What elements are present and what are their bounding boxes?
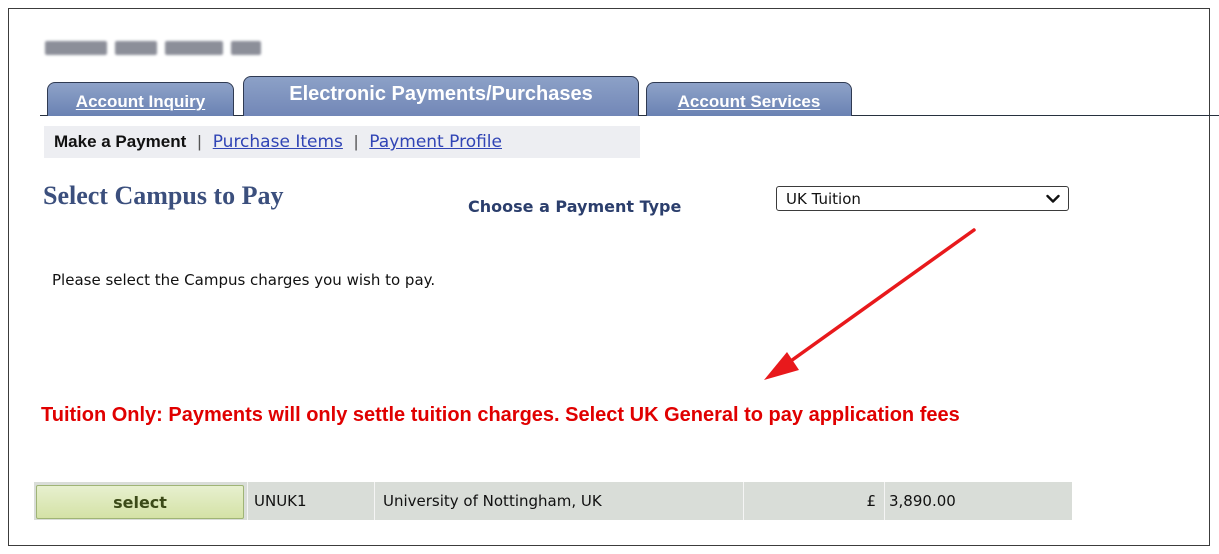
payment-type-select[interactable]: UK Tuition (776, 186, 1069, 211)
tab-electronic-payments[interactable]: Electronic Payments/Purchases (243, 76, 639, 116)
currency-cell: £ (744, 482, 885, 520)
payment-type-label: Choose a Payment Type (468, 197, 682, 216)
tab-account-inquiry[interactable]: Account Inquiry (47, 82, 234, 116)
instruction-text: Please select the Campus charges you wis… (52, 271, 436, 289)
chevron-down-icon (1046, 190, 1060, 208)
subnav-separator: | (197, 132, 202, 151)
campus-name-cell: University of Nottingham, UK (375, 482, 744, 520)
subnav-bar: Make a Payment | Purchase Items | Paymen… (44, 126, 640, 158)
table-row: select UNUK1 University of Nottingham, U… (34, 482, 1072, 520)
tab-electronic-payments-label: Electronic Payments/Purchases (289, 83, 593, 105)
amount-cell: 3,890.00 (885, 482, 1072, 520)
tuition-warning-message: Tuition Only: Payments will only settle … (41, 404, 960, 426)
subnav-separator: | (353, 132, 359, 151)
subnav-link-payment-profile[interactable]: Payment Profile (369, 132, 502, 152)
select-button[interactable]: select (36, 485, 244, 519)
tab-account-services-label: Account Services (677, 91, 821, 111)
subnav-current-make-payment: Make a Payment (54, 132, 187, 151)
subnav-link-purchase-items[interactable]: Purchase Items (213, 132, 343, 152)
tab-account-inquiry-label: Account Inquiry (75, 91, 206, 111)
tab-account-services[interactable]: Account Services (646, 82, 852, 116)
blurred-user-name (45, 41, 261, 55)
select-cell: select (34, 482, 248, 520)
payment-type-selected-value: UK Tuition (786, 189, 861, 208)
campus-code-cell: UNUK1 (248, 482, 375, 520)
page-title: Select Campus to Pay (43, 181, 284, 210)
